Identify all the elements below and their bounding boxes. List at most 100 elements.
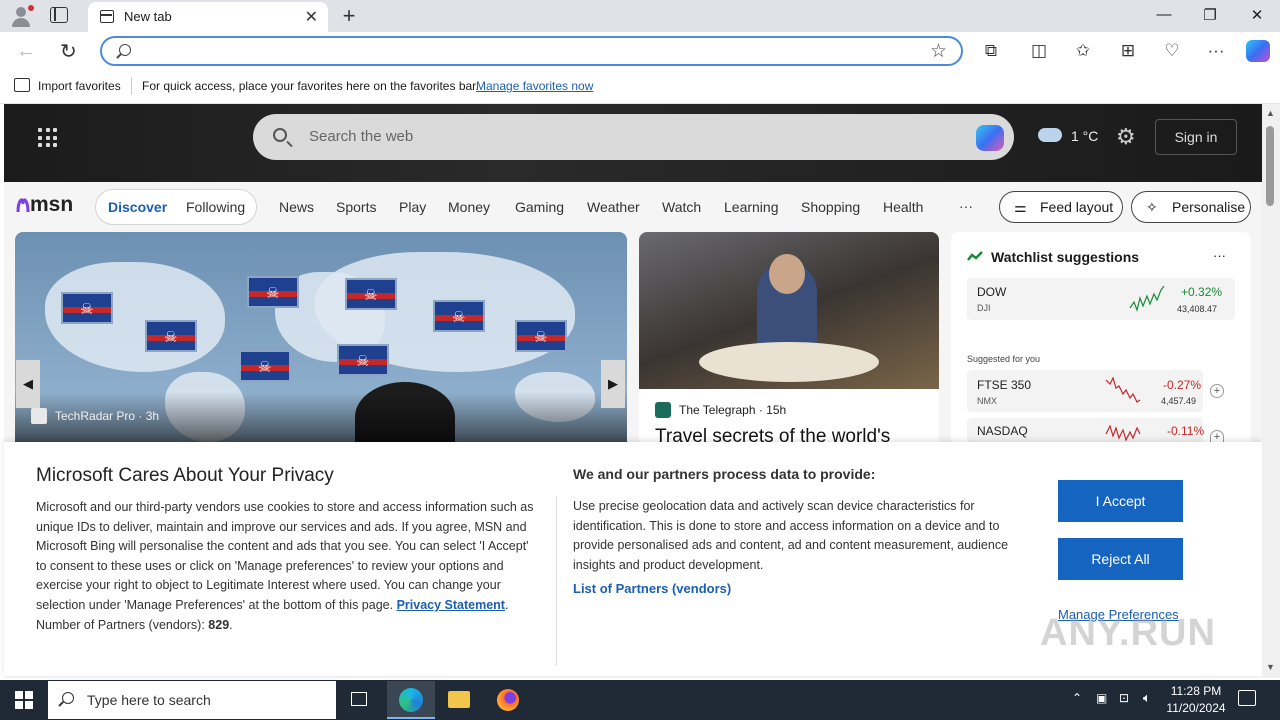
close-icon[interactable]: ✕ bbox=[1242, 6, 1272, 24]
web-search-box[interactable]: Search the web bbox=[253, 114, 1014, 160]
tab-new-tab[interactable]: New tab ✕ bbox=[88, 2, 328, 32]
file-explorer-icon[interactable] bbox=[435, 681, 483, 719]
split-screen-icon[interactable]: ◫ bbox=[1028, 40, 1050, 62]
pirate-flag: ☠ bbox=[145, 320, 197, 352]
nav-news[interactable]: News bbox=[279, 199, 314, 215]
scroll-thumb[interactable] bbox=[1266, 126, 1274, 206]
scroll-down-icon[interactable]: ▼ bbox=[1266, 662, 1275, 672]
reject-all-button[interactable]: Reject All bbox=[1058, 538, 1183, 580]
windows-start-icon[interactable] bbox=[15, 691, 33, 709]
card2-source[interactable]: The Telegraph · 15h bbox=[679, 403, 786, 417]
web-search-input[interactable]: Search the web bbox=[309, 128, 413, 145]
add-to-watchlist-icon[interactable]: + bbox=[1210, 430, 1224, 443]
tab-actions-icon[interactable] bbox=[50, 7, 68, 23]
nav-shopping[interactable]: Shopping bbox=[801, 199, 860, 215]
partners-count: 829 bbox=[208, 617, 230, 632]
performance-icon[interactable]: ♡ bbox=[1161, 40, 1183, 62]
weather-cloud-icon[interactable] bbox=[1038, 128, 1062, 142]
watchlist-row-nasdaq[interactable]: NASDAQ -0.11% bbox=[967, 418, 1204, 442]
watchlist-row-dow[interactable]: DOW DJI +0.32% 43,408.47 bbox=[967, 278, 1235, 320]
accept-button[interactable]: I Accept bbox=[1058, 480, 1183, 522]
manage-favorites-link[interactable]: Manage favorites now bbox=[476, 79, 593, 93]
taskbar-search-input[interactable]: Type here to search bbox=[87, 692, 211, 708]
news-card[interactable]: The Telegraph · 15h Travel secrets of th… bbox=[639, 232, 939, 442]
nav-money[interactable]: Money bbox=[448, 199, 490, 215]
sparkline-up bbox=[1129, 285, 1165, 313]
card2-title[interactable]: Travel secrets of the world's bbox=[655, 426, 890, 442]
carousel-prev-icon[interactable]: ◀ bbox=[16, 360, 40, 408]
nav-sports[interactable]: Sports bbox=[336, 199, 376, 215]
tray-chevron-icon[interactable]: ⌃ bbox=[1072, 691, 1082, 705]
network-icon[interactable]: ⊡ bbox=[1119, 691, 1129, 705]
import-favorites-icon[interactable] bbox=[14, 78, 30, 92]
close-tab-icon[interactable]: ✕ bbox=[305, 7, 318, 27]
change-negative: -0.27% bbox=[1163, 378, 1202, 392]
copilot-icon[interactable] bbox=[1246, 40, 1270, 62]
tab-discover[interactable]: Discover bbox=[108, 199, 167, 215]
pirate-flag: ☠ bbox=[433, 300, 485, 332]
refresh-icon[interactable]: ↻ bbox=[60, 39, 77, 64]
nav-more-icon[interactable]: ··· bbox=[959, 198, 973, 214]
new-tab-icon[interactable]: + bbox=[338, 3, 360, 29]
privacy-statement-link[interactable]: Privacy Statement bbox=[397, 598, 505, 612]
tray-device-icon[interactable]: ▣ bbox=[1096, 691, 1107, 705]
ticker: DOW bbox=[977, 285, 1007, 299]
import-favorites-button[interactable]: Import favorites bbox=[38, 79, 121, 93]
privacy-body: Microsoft and our third-party vendors us… bbox=[36, 500, 534, 632]
clock-date[interactable]: 11/20/2024 bbox=[1166, 701, 1226, 715]
volume-icon[interactable]: 🔈︎ bbox=[1143, 690, 1151, 706]
tab-title: New tab bbox=[124, 9, 172, 24]
watchlist-row-ftse[interactable]: FTSE 350 NMX -0.27% 4,457.49 bbox=[967, 370, 1203, 412]
weather-temperature[interactable]: 1 °C bbox=[1071, 128, 1098, 144]
back-icon[interactable]: ← bbox=[16, 40, 36, 63]
personalise-button[interactable]: ✧ Personalise bbox=[1131, 191, 1251, 223]
nav-health[interactable]: Health bbox=[883, 199, 923, 215]
apps-grid-icon[interactable] bbox=[38, 128, 58, 148]
nav-watch[interactable]: Watch bbox=[662, 199, 701, 215]
extensions-icon[interactable]: ⧉ bbox=[980, 40, 1002, 62]
pirate-flag: ☠ bbox=[337, 344, 389, 376]
privacy-body-2: Use precise geolocation data and activel… bbox=[573, 499, 1009, 572]
page-scrollbar[interactable]: ▲ ▼ bbox=[1262, 104, 1280, 678]
favorite-star-icon[interactable]: ☆ bbox=[930, 40, 947, 63]
search-icon bbox=[273, 128, 287, 142]
task-view-icon[interactable] bbox=[336, 681, 384, 719]
msn-logo-text[interactable]: msn bbox=[30, 193, 73, 217]
divider bbox=[131, 77, 132, 95]
nav-learning[interactable]: Learning bbox=[724, 199, 779, 215]
change-positive: +0.32% bbox=[1181, 285, 1223, 299]
carousel-next-icon[interactable]: ▶ bbox=[601, 360, 625, 408]
minimize-icon[interactable]: — bbox=[1149, 6, 1179, 23]
clock-time[interactable]: 11:28 PM bbox=[1166, 684, 1226, 698]
nav-gaming[interactable]: Gaming bbox=[515, 199, 564, 215]
copilot-icon[interactable] bbox=[976, 125, 1004, 151]
collections-icon[interactable]: ⊞ bbox=[1117, 40, 1139, 62]
partners-label: Number of Partners (vendors): bbox=[36, 617, 205, 632]
sign-in-button[interactable]: Sign in bbox=[1155, 119, 1237, 155]
nav-weather[interactable]: Weather bbox=[587, 199, 640, 215]
address-bar[interactable]: ☆ bbox=[100, 36, 963, 66]
nav-play[interactable]: Play bbox=[399, 199, 426, 215]
favorites-icon[interactable]: ✩ bbox=[1072, 40, 1094, 62]
taskbar-search-box[interactable]: Type here to search bbox=[48, 681, 336, 719]
scroll-up-icon[interactable]: ▲ bbox=[1266, 108, 1275, 118]
suggested-label: Suggested for you bbox=[967, 354, 1041, 364]
notifications-icon[interactable] bbox=[1238, 690, 1256, 706]
add-to-watchlist-icon[interactable]: + bbox=[1210, 384, 1224, 398]
pirate-flag: ☠ bbox=[239, 350, 291, 382]
more-icon[interactable]: ··· bbox=[1205, 40, 1227, 62]
favorites-bar-message: For quick access, place your favorites h… bbox=[142, 79, 479, 93]
list-of-partners-link[interactable]: List of Partners (vendors) bbox=[573, 581, 731, 596]
card1-source[interactable]: TechRadar Pro · 3h bbox=[55, 409, 159, 423]
profile-icon[interactable] bbox=[10, 5, 34, 27]
feed-layout-button[interactable]: ⚌ Feed layout bbox=[999, 191, 1123, 223]
watchlist-menu-icon[interactable]: ··· bbox=[1213, 248, 1226, 263]
page-icon bbox=[100, 10, 114, 23]
firefox-icon[interactable] bbox=[484, 681, 532, 719]
settings-gear-icon[interactable]: ⚙ bbox=[1116, 124, 1136, 150]
pirate-flag: ☠ bbox=[515, 320, 567, 352]
person-head bbox=[769, 254, 805, 294]
restore-icon[interactable]: ❐ bbox=[1195, 6, 1225, 24]
edge-icon[interactable] bbox=[387, 681, 435, 719]
tab-following[interactable]: Following bbox=[186, 199, 245, 215]
